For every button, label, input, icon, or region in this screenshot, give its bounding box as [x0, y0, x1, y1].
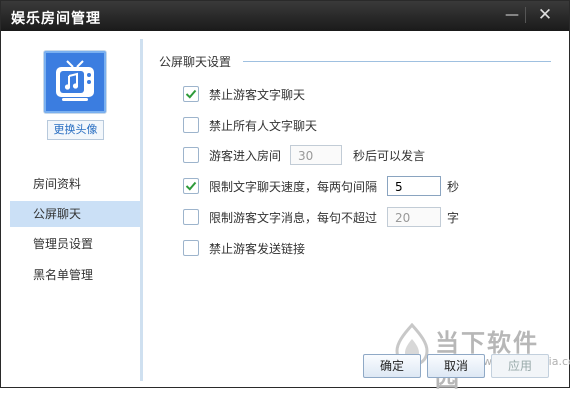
checkmark-icon — [185, 181, 197, 191]
checkbox-chat-rate-limit[interactable] — [183, 178, 199, 194]
apply-button[interactable]: 应用 — [491, 354, 549, 378]
option-row-guest-message-length: 限制游客文字消息，每句不超过 20 字 — [183, 207, 543, 229]
checkbox-guest-message-length[interactable] — [183, 209, 199, 225]
minimize-button[interactable]: — — [502, 5, 522, 25]
title-separator — [525, 7, 526, 23]
title-bar[interactable]: 娱乐房间管理 — ✕ — [1, 1, 569, 31]
option-row-chat-rate-limit: 限制文字聊天速度，每两句间隔 5 秒 — [183, 176, 543, 198]
option-row-guest-join-delay: 游客进入房间 30 秒后可以发言 — [183, 145, 543, 167]
checkbox-all-text-ban[interactable] — [183, 117, 199, 133]
message-length-input[interactable]: 20 — [387, 207, 441, 227]
checkbox-guest-link-ban[interactable] — [183, 240, 199, 256]
cancel-button[interactable]: 取消 — [427, 354, 485, 378]
option-suffix: 秒 — [447, 180, 460, 194]
option-label: 限制游客文字消息，每句不超过 — [209, 211, 378, 225]
sidebar: 更换头像 房间资料 公屏聊天 管理员设置 黑名单管理 — [10, 39, 140, 381]
tv-music-icon — [56, 60, 94, 101]
window-title: 娱乐房间管理 — [11, 11, 101, 27]
sidebar-item-room-info[interactable]: 房间资料 — [10, 171, 140, 197]
option-row-guest-text-ban: 禁止游客文字聊天 — [183, 84, 483, 106]
option-label: 禁止游客发送链接 — [209, 242, 306, 256]
settings-panel: 公屏聊天设置 禁止游客文字聊天 禁止所有人文字聊天 游客进入房间 30 秒后可以… — [151, 39, 561, 339]
avatar — [43, 50, 107, 114]
checkbox-guest-join-delay[interactable] — [183, 147, 199, 163]
sidebar-divider — [140, 39, 143, 381]
rate-limit-seconds-input[interactable]: 5 — [387, 176, 441, 196]
option-label: 限制文字聊天速度，每两句间隔 — [209, 180, 378, 194]
checkbox-guest-text-ban[interactable] — [183, 86, 199, 102]
sidebar-item-blacklist[interactable]: 黑名单管理 — [10, 262, 140, 288]
option-label: 禁止所有人文字聊天 — [209, 119, 318, 133]
option-suffix: 字 — [447, 211, 460, 225]
dialog-window: 娱乐房间管理 — ✕ 更换头像 房间资料 公屏聊天 管理员设置 黑名单管理 公屏… — [0, 0, 570, 392]
option-label: 游客进入房间 — [209, 149, 282, 163]
section-title: 公屏聊天设置 — [159, 55, 232, 69]
sidebar-item-public-chat[interactable]: 公屏聊天 — [10, 201, 140, 227]
sidebar-item-admin-settings[interactable]: 管理员设置 — [10, 231, 140, 257]
checkmark-icon — [185, 89, 197, 99]
join-delay-seconds-input[interactable]: 30 — [290, 145, 342, 165]
section-divider — [243, 61, 551, 62]
close-button[interactable]: ✕ — [535, 5, 555, 25]
option-row-guest-link-ban: 禁止游客发送链接 — [183, 238, 483, 260]
option-row-all-text-ban: 禁止所有人文字聊天 — [183, 115, 483, 137]
option-suffix: 秒后可以发言 — [353, 149, 426, 163]
option-label: 禁止游客文字聊天 — [209, 88, 306, 102]
change-avatar-button[interactable]: 更换头像 — [47, 120, 104, 140]
ok-button[interactable]: 确定 — [363, 354, 421, 378]
